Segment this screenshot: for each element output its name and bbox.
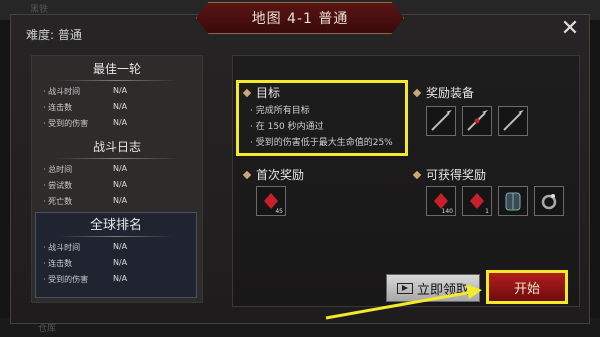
tutorial-arrow-icon [325,284,482,320]
